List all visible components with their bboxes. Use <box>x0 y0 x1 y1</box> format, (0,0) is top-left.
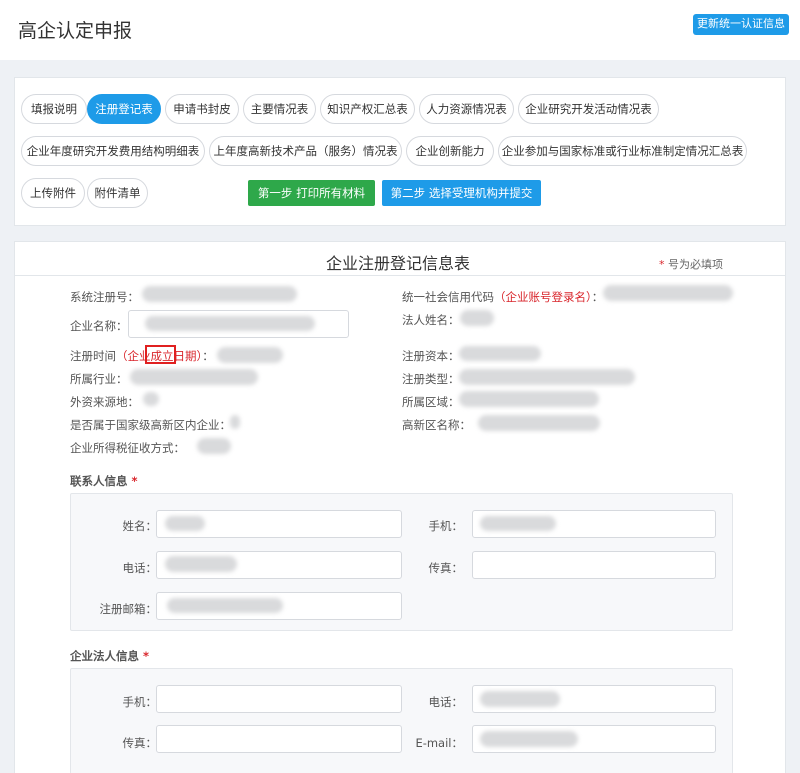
industry-label: 所属行业： <box>70 372 128 386</box>
reg-time-value <box>217 347 283 363</box>
legal-email-value <box>480 731 578 747</box>
national-zone-label: 是否属于国家级高新区内企业： <box>70 418 231 432</box>
contact-mobile-value <box>480 516 556 531</box>
zone-name-label: 高新区名称： <box>402 418 471 432</box>
contact-name-value <box>165 516 205 531</box>
tab-instructions[interactable]: 填报说明 <box>21 94 87 124</box>
page-title: 高企认定申报 <box>18 20 133 42</box>
reg-type-label: 注册类型： <box>402 372 460 386</box>
step2-submit-button[interactable]: 第二步 选择受理机构并提交 <box>382 180 541 206</box>
reg-capital-value <box>459 346 541 361</box>
tab-attachment-list[interactable]: 附件清单 <box>87 178 148 208</box>
tab-hightech-products[interactable]: 上年度高新技术产品（服务）情况表 <box>209 136 402 166</box>
region-label: 所属区域： <box>402 395 460 409</box>
registration-form-panel: 企业注册登记信息表 * 号为必填项 系统注册号： 企业名称： 注册时间（企业成立… <box>14 241 786 773</box>
tab-ip-summary[interactable]: 知识产权汇总表 <box>320 94 415 124</box>
form-title-bar: 企业注册登记信息表 * 号为必填项 <box>15 242 785 276</box>
tab-standards-summary[interactable]: 企业参加与国家标准或行业标准制定情况汇总表 <box>498 136 747 166</box>
tab-application-cover[interactable]: 申请书封皮 <box>165 94 239 124</box>
tab-main-situation[interactable]: 主要情况表 <box>243 94 316 124</box>
contact-section-title: 联系人信息 * <box>70 474 138 488</box>
legal-mobile-input[interactable] <box>156 685 402 713</box>
legal-fax-label: 传真： <box>122 736 158 750</box>
credit-code-value <box>603 285 733 301</box>
credit-code-label: 统一社会信用代码（企业账号登录名）： <box>402 290 604 304</box>
region-value <box>459 391 599 407</box>
company-name-value <box>145 316 315 331</box>
contact-phone-label: 电话： <box>122 561 158 575</box>
foreign-source-label: 外资来源地： <box>70 395 139 409</box>
tab-rd-expense[interactable]: 企业年度研究开发费用结构明细表 <box>21 136 205 166</box>
legal-phone-label: 电话： <box>428 695 464 709</box>
foreign-source-value <box>143 392 159 406</box>
legal-email-label: E-mail： <box>415 736 463 750</box>
legal-person-name-value <box>460 310 494 326</box>
legal-info-box: 手机： 电话： 传真： E-mail： <box>70 668 733 773</box>
contact-fax-label: 传真： <box>428 561 464 575</box>
national-zone-value <box>230 415 240 429</box>
update-auth-info-button[interactable]: 更新统一认证信息 <box>693 14 789 35</box>
system-reg-no-value <box>142 286 297 302</box>
tab-innovation-ability[interactable]: 企业创新能力 <box>406 136 494 166</box>
legal-phone-value <box>480 691 560 707</box>
tab-upload-attachments[interactable]: 上传附件 <box>21 178 85 208</box>
contact-email-value <box>167 598 283 613</box>
form-title: 企业注册登记信息表 <box>326 254 471 273</box>
contact-name-label: 姓名： <box>122 519 158 533</box>
legal-mobile-label: 手机： <box>122 695 158 709</box>
company-name-label: 企业名称： <box>70 319 128 333</box>
reg-capital-label: 注册资本： <box>402 349 460 363</box>
page-header: 高企认定申报 更新统一认证信息 <box>0 0 800 60</box>
tax-method-label: 企业所得税征收方式： <box>70 441 185 455</box>
contact-email-label: 注册邮箱： <box>99 602 158 616</box>
step1-print-button[interactable]: 第一步 打印所有材料 <box>248 180 375 206</box>
legal-section-title: 企业法人信息 * <box>70 649 150 663</box>
highlight-box <box>145 345 176 364</box>
contact-info-box: 姓名： 手机： 电话： 传真： 注册邮箱： <box>70 493 733 631</box>
system-reg-no-label: 系统注册号： <box>70 290 139 304</box>
tax-method-value <box>197 438 231 454</box>
industry-value <box>130 369 258 385</box>
tab-hr-situation[interactable]: 人力资源情况表 <box>419 94 514 124</box>
reg-type-value <box>459 369 635 385</box>
zone-name-value <box>478 415 600 431</box>
contact-mobile-label: 手机： <box>428 519 464 533</box>
tab-rd-activity[interactable]: 企业研究开发活动情况表 <box>518 94 659 124</box>
tab-registration-form[interactable]: 注册登记表 <box>87 94 161 124</box>
required-note: * 号为必填项 <box>659 258 723 271</box>
contact-fax-input[interactable] <box>472 551 716 579</box>
legal-fax-input[interactable] <box>156 725 402 753</box>
tab-panel: 填报说明 注册登记表 申请书封皮 主要情况表 知识产权汇总表 人力资源情况表 企… <box>14 77 786 226</box>
reg-time-label: 注册时间（企业成立日期）： <box>70 349 214 363</box>
legal-person-name-label: 法人姓名： <box>402 313 460 327</box>
contact-phone-value <box>165 556 237 572</box>
